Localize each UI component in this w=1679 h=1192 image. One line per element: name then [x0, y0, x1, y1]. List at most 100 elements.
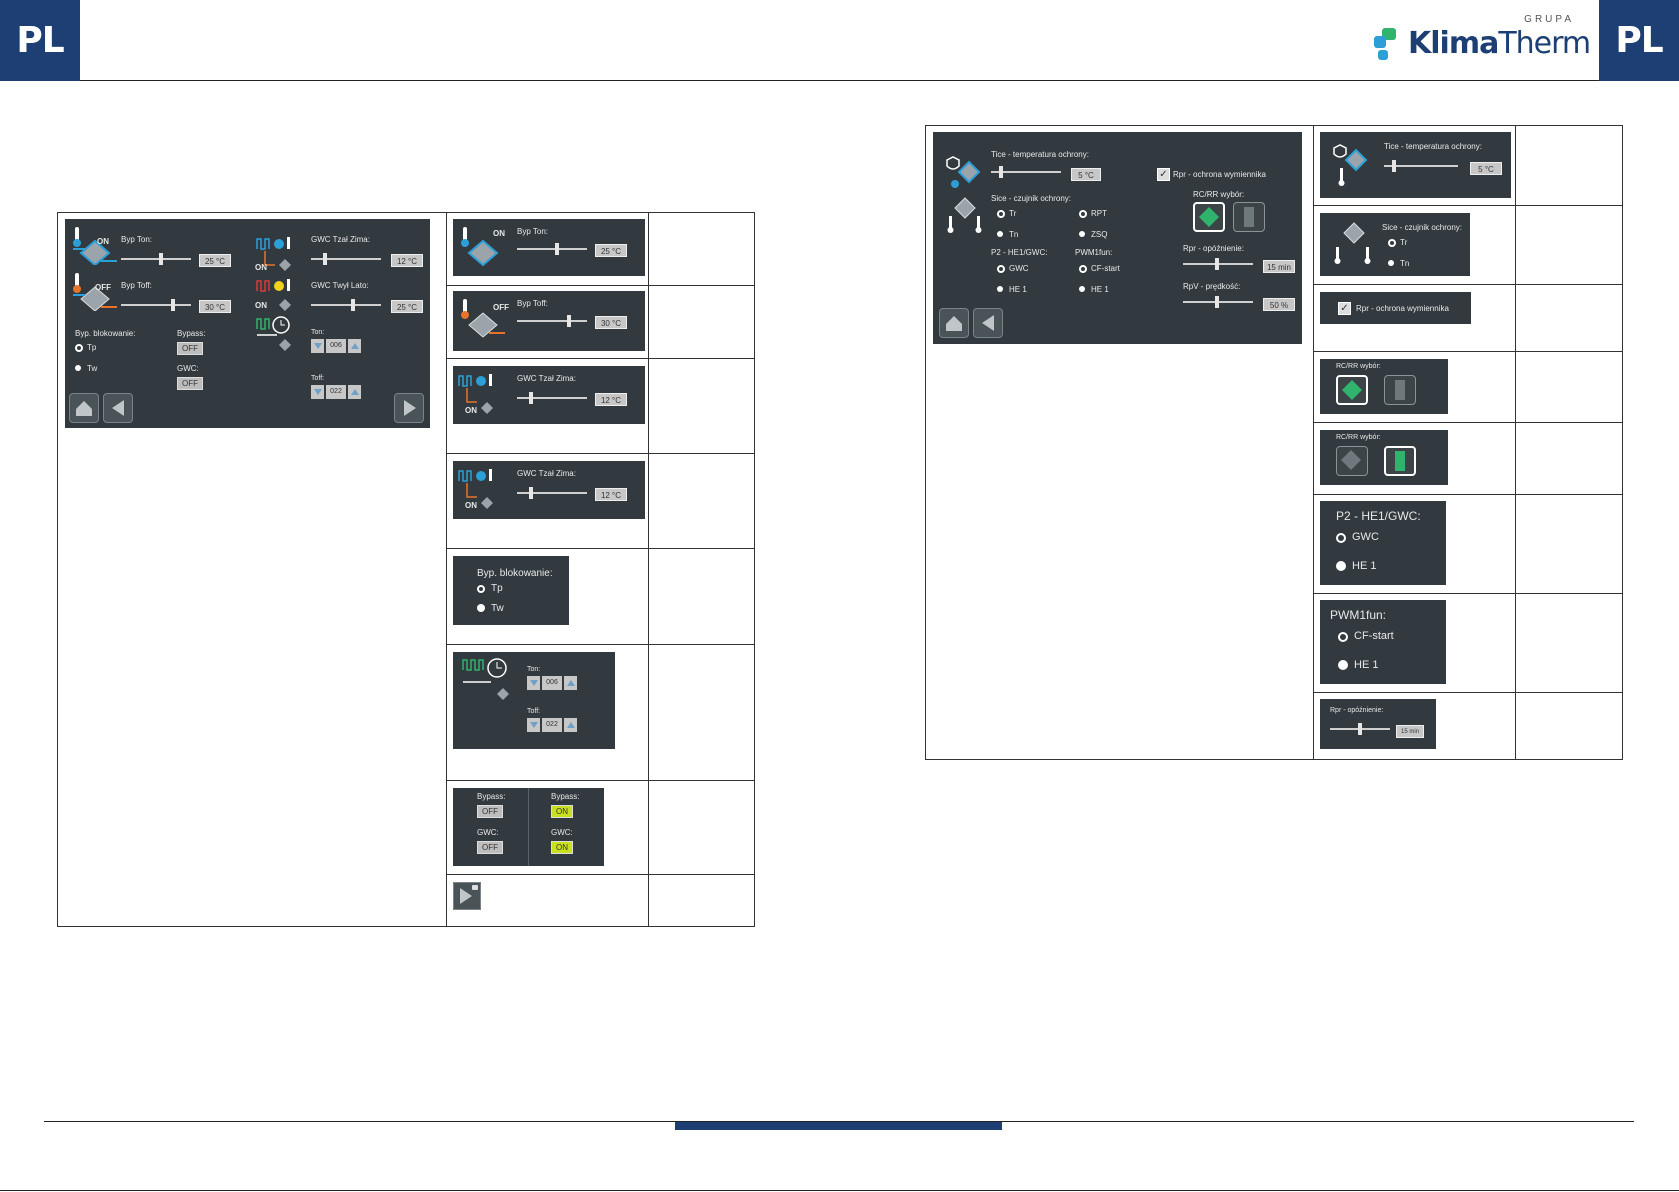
- toff-stepper[interactable]: 022: [527, 718, 577, 732]
- toff-label: Toff:: [311, 375, 325, 382]
- gwc-zima-slider[interactable]: [311, 253, 381, 265]
- byp-toff-slider[interactable]: [121, 299, 191, 311]
- tice-slider[interactable]: [1384, 160, 1458, 172]
- toff-stepper[interactable]: 022: [311, 385, 361, 399]
- rc-exchanger-option[interactable]: [1193, 202, 1225, 232]
- bypass-toggle[interactable]: OFF: [177, 342, 203, 355]
- shield-exchanger-icon: [1333, 144, 1368, 186]
- crop-blokowanie: Byp. blokowanie: Tp Tw: [453, 556, 569, 625]
- byp-ton-slider[interactable]: [121, 253, 191, 265]
- bypass-on-icon: [73, 227, 117, 265]
- rpr-delay-slider[interactable]: [1330, 723, 1390, 735]
- rpr-delay-label: Rpr - opóźnienie:: [1330, 707, 1384, 714]
- increment-icon[interactable]: [348, 385, 361, 399]
- tr-radio[interactable]: [997, 210, 1005, 218]
- locked-next-button[interactable]: [453, 882, 481, 910]
- p2-gwc-label: GWC: [1352, 531, 1379, 543]
- rc-exchanger-option[interactable]: [1336, 375, 1368, 405]
- zsq-label: ZSQ: [1091, 230, 1108, 239]
- tn-radio[interactable]: [997, 231, 1003, 237]
- rpr-checkbox[interactable]: ✓: [1338, 302, 1351, 315]
- p2-he1-radio[interactable]: [1336, 561, 1346, 571]
- crop-byp-toff: OFF Byp Toff: 30 °C: [453, 291, 645, 351]
- logo-mark-icon: [1374, 28, 1400, 62]
- pwm-label: PWM1fun:: [1075, 248, 1113, 257]
- rpr-checkbox-label: Rpr - ochrona wymiennika: [1173, 170, 1266, 179]
- decrement-icon[interactable]: [311, 385, 324, 399]
- increment-icon[interactable]: [348, 339, 361, 353]
- rr-exchanger-option[interactable]: [1233, 202, 1265, 232]
- decrement-icon[interactable]: [527, 718, 540, 732]
- tp-radio[interactable]: [477, 585, 485, 593]
- pwm-label: PWM1fun:: [1330, 608, 1387, 622]
- pwm-cf-radio[interactable]: [1079, 265, 1087, 273]
- logo-group-text: GRUPA: [1524, 14, 1574, 25]
- rpr-delay-value: 15 min: [1263, 260, 1295, 273]
- tw-radio[interactable]: [477, 604, 485, 612]
- tice-slider[interactable]: [991, 166, 1061, 178]
- decrement-icon[interactable]: [527, 676, 540, 690]
- rpr-checkbox-label: Rpr - ochrona wymiennika: [1356, 304, 1449, 313]
- gwc-zima-slider[interactable]: [517, 487, 587, 499]
- crop-bypass-gwc-status: Bypass: OFF GWC: OFF Bypass: ON GWC: ON: [453, 788, 604, 866]
- gwc-toggle[interactable]: OFF: [177, 377, 203, 390]
- sensor-exchanger-icon: [1334, 222, 1371, 264]
- rc-exchanger-option[interactable]: [1336, 446, 1368, 476]
- tr-radio[interactable]: [1388, 239, 1396, 247]
- rpr-checkbox[interactable]: ✓: [1157, 168, 1170, 181]
- pwm-he1-label: HE 1: [1091, 285, 1109, 294]
- pwm-cf-radio[interactable]: [1338, 632, 1348, 642]
- pwm-he1-label: HE 1: [1354, 659, 1379, 671]
- ton-stepper[interactable]: 006: [527, 676, 577, 690]
- sice-label: Sice - czujnik ochrony:: [1382, 223, 1463, 232]
- logo-klima: Klima: [1408, 26, 1499, 61]
- back-arrow-icon: [112, 400, 124, 416]
- pwm-he1-radio[interactable]: [1079, 286, 1085, 292]
- crop-gwc-zima-b: ON GWC Tzał Zima: 12 °C: [453, 461, 645, 519]
- rr-exchanger-option[interactable]: [1384, 446, 1416, 476]
- protection-screen: Tice - temperatura ochrony: 5 °C ✓ Rpr -…: [933, 132, 1302, 344]
- increment-icon[interactable]: [564, 718, 577, 732]
- rpr-delay-slider[interactable]: [1183, 258, 1253, 270]
- gwc-lato-slider[interactable]: [311, 299, 381, 311]
- rr-exchanger-option[interactable]: [1384, 375, 1416, 405]
- bypass-gwc-screen: ON Byp Ton: 25 °C OFF Byp Toff: 30 °C ON…: [65, 219, 430, 428]
- rpv-slider[interactable]: [1183, 296, 1253, 308]
- tice-value: 5 °C: [1470, 162, 1502, 175]
- rr-exchanger-icon: [1395, 380, 1405, 400]
- crop-rpr-checkbox: ✓ Rpr - ochrona wymiennika: [1320, 292, 1471, 324]
- tp-radio[interactable]: [75, 344, 83, 352]
- back-button[interactable]: [103, 393, 133, 423]
- p2-gwc-radio[interactable]: [1336, 533, 1346, 543]
- pwm-cf-label: CF-start: [1354, 630, 1394, 642]
- gwc-toggle[interactable]: OFF: [477, 841, 503, 854]
- gwc-toggle-on[interactable]: ON: [551, 841, 573, 854]
- tp-label: Tp: [491, 583, 503, 594]
- bypass-toggle-on[interactable]: ON: [551, 805, 573, 818]
- byp-ton-slider[interactable]: [517, 243, 587, 255]
- next-button[interactable]: [394, 393, 424, 423]
- p2-label: P2 - HE1/GWC:: [991, 248, 1048, 257]
- byp-ton-value: 25 °C: [199, 254, 231, 267]
- zsq-radio[interactable]: [1079, 231, 1085, 237]
- blokowanie-label: Byp. blokowanie:: [75, 329, 136, 338]
- bypass-toggle[interactable]: OFF: [477, 805, 503, 818]
- back-button[interactable]: [973, 308, 1003, 338]
- byp-toff-slider[interactable]: [517, 315, 587, 327]
- p2-gwc-radio[interactable]: [997, 265, 1005, 273]
- rpt-radio[interactable]: [1079, 210, 1087, 218]
- ton-stepper[interactable]: 006: [311, 339, 361, 353]
- gwc-zima-value: 12 °C: [595, 488, 627, 501]
- decrement-icon[interactable]: [311, 339, 324, 353]
- tw-radio[interactable]: [75, 365, 81, 371]
- gwc-zima-slider[interactable]: [517, 392, 587, 404]
- tr-label: Tr: [1400, 238, 1408, 247]
- increment-icon[interactable]: [564, 676, 577, 690]
- home-button[interactable]: [939, 308, 969, 338]
- home-button[interactable]: [69, 393, 99, 423]
- on-label: ON: [97, 237, 109, 246]
- tn-radio[interactable]: [1388, 260, 1394, 266]
- byp-toff-label: Byp Toff:: [121, 281, 152, 290]
- pwm-he1-radio[interactable]: [1338, 660, 1348, 670]
- p2-he1-radio[interactable]: [997, 286, 1003, 292]
